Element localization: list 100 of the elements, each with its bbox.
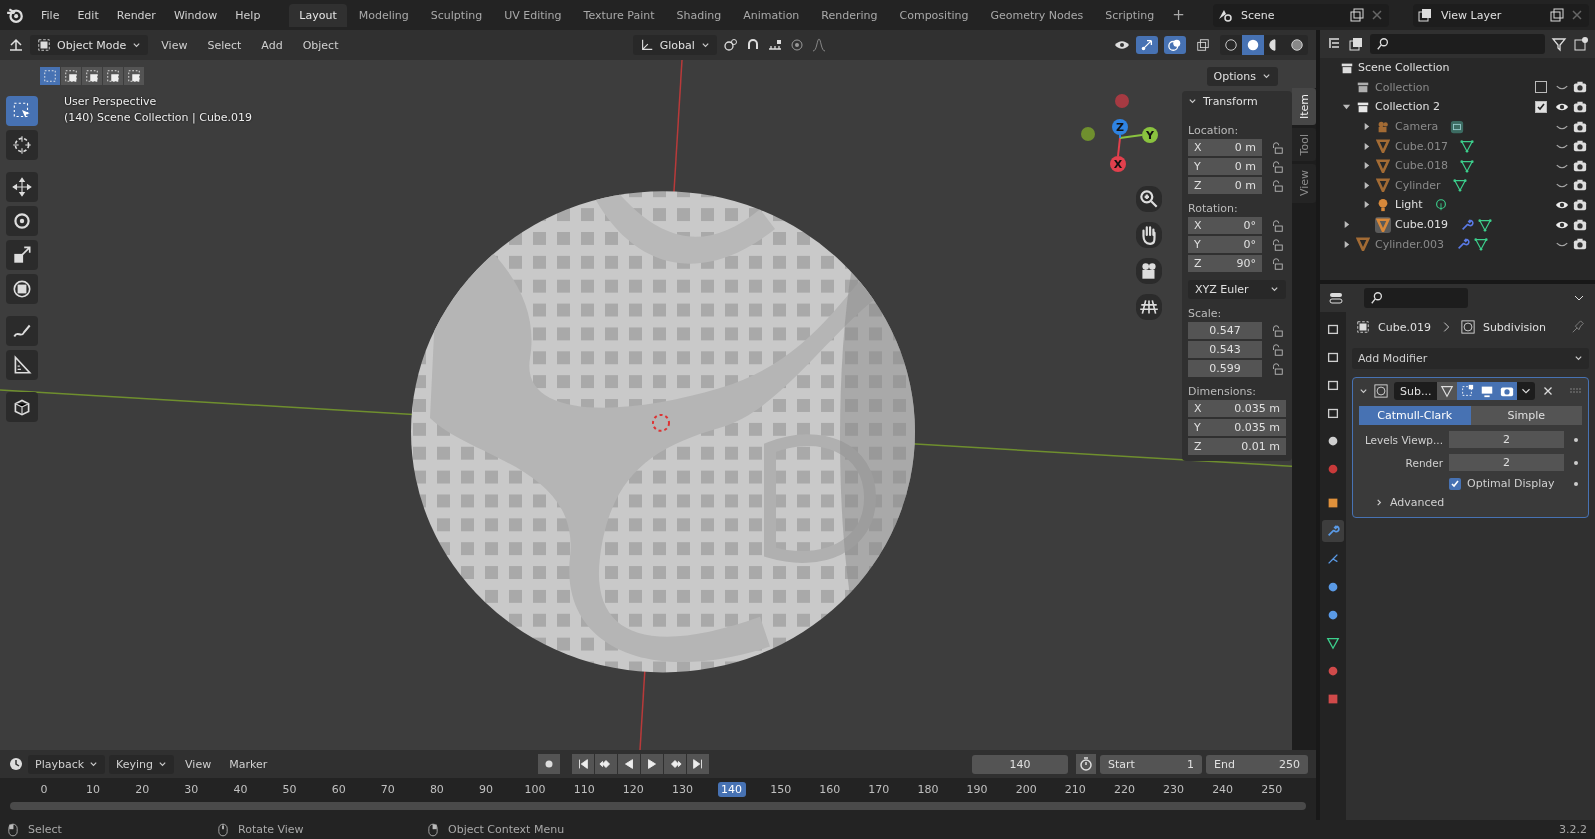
number-field[interactable]: 0.599 [1188,360,1262,377]
add-modifier-dropdown[interactable]: Add Modifier [1352,348,1589,369]
lock-icon[interactable] [1270,256,1284,271]
workspace-tab[interactable]: Compositing [889,3,979,27]
number-field[interactable]: Z 90° [1188,255,1262,272]
camera-icon[interactable] [1136,258,1162,284]
select-mode-button[interactable] [82,67,102,85]
number-field[interactable]: X 0° [1188,217,1262,234]
wrench-icon[interactable] [1459,217,1474,232]
expand-arrow-icon[interactable] [1362,122,1371,132]
number-field[interactable]: Y 0 m [1188,158,1262,175]
editor-type-icon[interactable] [8,37,24,53]
expand-arrow-icon[interactable] [1362,180,1371,190]
camera-icon[interactable] [1573,139,1587,154]
search-field[interactable] [1364,288,1468,308]
number-field[interactable]: X 0.035 m [1188,400,1286,417]
expand-arrow-icon[interactable] [1342,220,1351,230]
workspace-tab[interactable]: Sculpting [420,3,493,27]
cage-toggle[interactable] [1437,382,1458,400]
menu-item[interactable]: Help [228,5,268,25]
select-mode-button[interactable] [103,67,123,85]
falloff-icon[interactable] [810,37,827,53]
blender-logo-icon[interactable] [6,6,24,24]
mesh-data-icon[interactable] [1474,237,1489,252]
lock-icon[interactable] [1270,159,1284,174]
play-button[interactable] [640,754,663,774]
select-mode-button[interactable] [40,67,60,85]
sidebar-tab[interactable]: Tool [1292,128,1316,162]
copy-icon[interactable] [1349,7,1365,23]
camera-icon[interactable] [1573,237,1587,252]
zoom-icon[interactable] [1136,186,1162,212]
pivot-icon[interactable] [722,37,739,53]
menu-item[interactable]: View [178,754,219,774]
proportional-icon[interactable] [788,37,805,53]
keyframe-dot-icon[interactable] [1574,481,1578,486]
tool-button[interactable] [6,206,38,236]
menu-item[interactable]: Select [200,35,249,55]
gizmo-toggle[interactable] [1136,36,1158,54]
number-field[interactable]: Y 0.035 m [1188,419,1286,436]
camera-icon[interactable] [1573,100,1587,114]
sidebar-tab[interactable]: View [1292,164,1316,203]
overlay-toggle[interactable] [1164,36,1186,54]
expand-arrow-icon[interactable] [1362,141,1371,151]
tree-item[interactable]: Cube.017 [1395,139,1448,153]
tool-button[interactable] [6,316,38,346]
scrollbar[interactable] [10,802,1306,810]
jump-start-button[interactable] [571,754,594,774]
checkbox-label[interactable]: Optimal Display [1467,477,1555,490]
segment-button[interactable]: Catmull-Clark [1359,406,1471,425]
search-field[interactable] [1370,34,1545,54]
editor-type-icon[interactable] [1328,290,1344,306]
workspace-tab[interactable]: Animation [733,3,810,27]
expand-arrow-icon[interactable] [1362,200,1371,210]
keyframe-dot-icon[interactable] [1574,460,1578,465]
expand-arrow-icon[interactable] [1342,239,1351,249]
clock-icon[interactable] [8,756,24,772]
expand-arrow-icon[interactable] [1362,161,1371,171]
menu-item[interactable]: Playback [28,754,106,774]
checkbox[interactable] [1535,81,1547,94]
editmode-toggle[interactable] [1457,382,1478,400]
frame-number[interactable]: 140 [717,781,746,797]
menu-item[interactable]: View [154,35,195,55]
workspace-tab[interactable]: Layout [289,3,347,27]
menu-item[interactable]: Render [109,5,163,25]
start-frame-field[interactable]: Start 1 [1100,754,1202,774]
tree-item[interactable]: Cube.019 [1395,218,1448,232]
tree-item[interactable]: Light [1395,198,1423,212]
pin-icon[interactable] [1571,320,1585,334]
number-field[interactable]: 0.543 [1188,341,1262,358]
images-icon[interactable] [1348,36,1364,52]
camera-icon[interactable] [1573,80,1587,95]
tree-item[interactable]: Cylinder [1395,178,1441,192]
lock-icon[interactable] [1270,178,1284,193]
previous-keyframe-button[interactable] [594,754,617,774]
filter-icon[interactable] [1551,36,1567,52]
images-icon[interactable] [1417,7,1433,23]
increment-icon[interactable] [766,37,783,53]
tool-button[interactable] [6,130,38,160]
axis-handle[interactable] [1081,127,1095,141]
camera-icon[interactable] [1573,217,1587,232]
render-toggle[interactable] [1497,382,1518,400]
play-reverse-button[interactable] [617,754,640,774]
panel-title[interactable]: Transform [1203,95,1258,108]
checkbox[interactable] [1535,101,1547,113]
subpanel-title[interactable]: Advanced [1390,496,1445,509]
tree-item[interactable]: Scene Collection [1358,61,1450,75]
hand-icon[interactable] [1136,222,1162,248]
lock-icon[interactable] [1270,342,1284,357]
select-mode-button[interactable] [124,67,144,85]
workspace-tab[interactable]: UV Editing [494,3,572,27]
keyframe-dot-icon[interactable] [1574,437,1578,442]
tree-item[interactable]: Cylinder.003 [1375,237,1445,251]
number-field[interactable]: Z 0.01 m [1188,438,1286,455]
number-field[interactable]: 2 [1449,431,1564,448]
tool-button[interactable] [6,172,38,202]
select-mode-button[interactable] [61,67,81,85]
menu-item[interactable]: Edit [70,5,106,25]
number-field[interactable]: X 0 m [1188,139,1262,156]
expand-arrow-icon[interactable] [1342,102,1351,112]
light-data-icon[interactable] [1434,197,1449,212]
